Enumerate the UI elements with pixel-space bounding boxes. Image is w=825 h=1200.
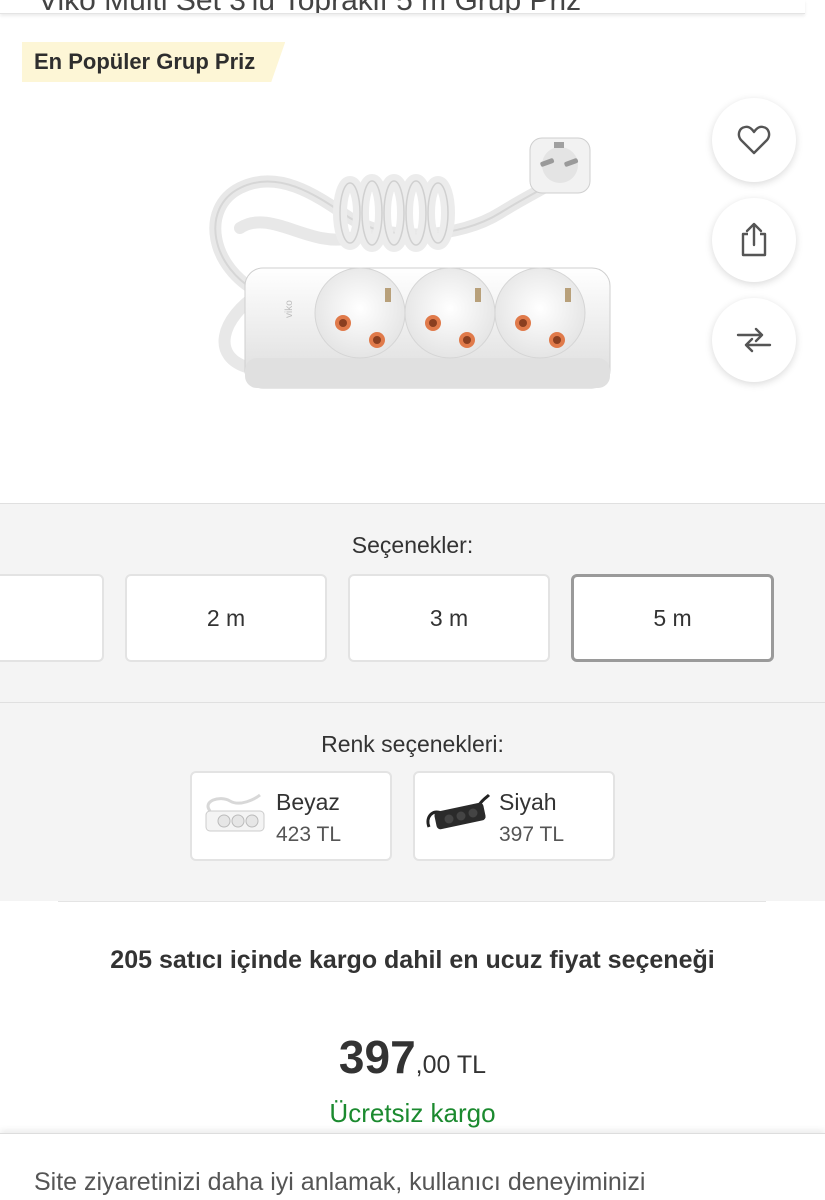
color-option-white[interactable]: Beyaz 423 TL xyxy=(190,771,392,861)
free-shipping-label: Ücretsiz kargo xyxy=(329,1098,496,1128)
color-options-section: Renk seçenekleri: Beyaz 423 TL Siyah 397… xyxy=(0,703,825,901)
option-2m[interactable]: 2 m xyxy=(125,574,327,662)
option-5m[interactable]: 5 m xyxy=(571,574,774,662)
product-image[interactable]: viko xyxy=(200,118,620,408)
price: 397,00 TL xyxy=(0,1030,825,1084)
share-icon xyxy=(741,222,767,257)
compare-arrows-icon xyxy=(736,327,772,353)
price-integer: 397 xyxy=(338,1031,416,1083)
cheapest-offer-headline: 205 satıcı içinde kargo dahil en ucuz fi… xyxy=(110,946,715,974)
svg-text:viko: viko xyxy=(284,300,295,318)
compare-button[interactable] xyxy=(712,298,796,382)
heart-icon xyxy=(737,125,771,155)
colors-label: Renk seçenekleri: xyxy=(321,731,504,757)
cookie-banner: Site ziyaretinizi daha iyi anlamak, kull… xyxy=(0,1133,825,1200)
color-name-white: Beyaz xyxy=(276,789,340,815)
options-label: Seçenekler: xyxy=(351,532,474,558)
divider xyxy=(58,901,766,902)
cookie-text: Site ziyaretinizi daha iyi anlamak, kull… xyxy=(34,1168,646,1196)
color-price-black: 397 TL xyxy=(499,823,564,846)
favorite-button[interactable] xyxy=(712,98,796,182)
product-title: Viko Multi Set 3'lü Topraklı 5 m Grup Pr… xyxy=(38,0,581,13)
white-powerstrip-thumbnail xyxy=(205,793,265,832)
color-price-white: 423 TL xyxy=(276,823,341,846)
option-3m[interactable]: 3 m xyxy=(348,574,550,662)
popular-badge: En Popüler Grup Priz xyxy=(22,42,285,82)
header-bar: Viko Multi Set 3'lü Topraklı 5 m Grup Pr… xyxy=(0,0,805,14)
price-decimal: ,00 TL xyxy=(415,1051,487,1079)
black-powerstrip-thumbnail xyxy=(426,793,491,830)
length-options-section: Seçenekler: 2 m 3 m 5 m xyxy=(0,503,825,703)
color-name-black: Siyah xyxy=(499,789,557,815)
share-button[interactable] xyxy=(712,198,796,282)
color-option-black[interactable]: Siyah 397 TL xyxy=(413,771,615,861)
option-cutoff[interactable] xyxy=(0,574,104,662)
